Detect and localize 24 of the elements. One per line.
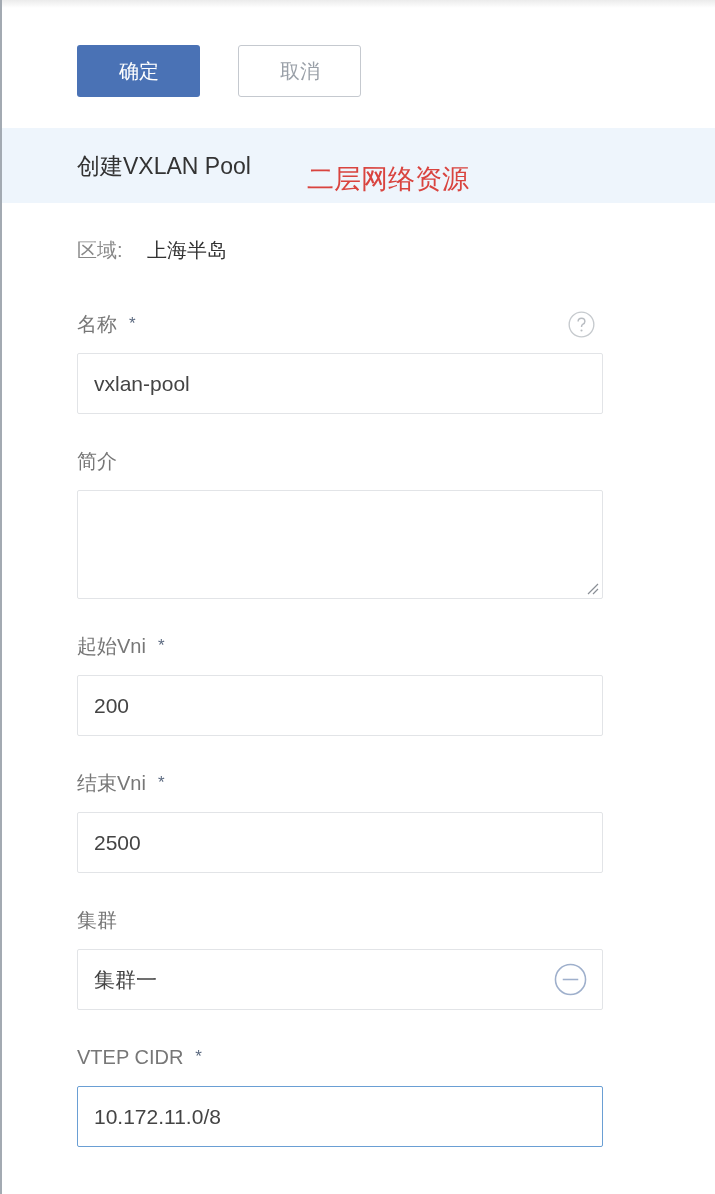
- required-mark: *: [129, 313, 136, 335]
- text-input[interactable]: 10.172.11.0/8: [77, 1086, 603, 1147]
- text-input[interactable]: 2500: [77, 812, 603, 873]
- required-mark: *: [157, 772, 165, 794]
- select-field[interactable]: 集群一: [77, 949, 603, 1010]
- textarea-field[interactable]: [77, 490, 603, 599]
- resize-grip-icon[interactable]: [587, 583, 599, 595]
- zone-label: 区域:: [77, 238, 123, 263]
- annotation-text: 二层网络资源: [306, 163, 469, 195]
- field-label: 起始Vni: [77, 634, 146, 659]
- help-icon[interactable]: [568, 310, 595, 338]
- field-label: 结束Vni: [77, 771, 146, 796]
- minus-circle-icon[interactable]: [554, 963, 587, 996]
- required-mark: *: [195, 1046, 202, 1068]
- text-input[interactable]: vxlan-pool: [77, 353, 603, 414]
- zone-value: 上海半岛: [146, 238, 227, 263]
- field-label: 简介: [77, 449, 117, 474]
- field-label: 集群: [77, 908, 117, 933]
- page-title: 创建VXLAN Pool: [77, 152, 251, 180]
- required-mark: *: [157, 635, 165, 657]
- field-label: 名称: [77, 312, 117, 337]
- field-label: VTEP CIDR: [77, 1045, 184, 1070]
- text-input[interactable]: 200: [77, 675, 603, 736]
- confirm-button[interactable]: 确定: [77, 45, 200, 97]
